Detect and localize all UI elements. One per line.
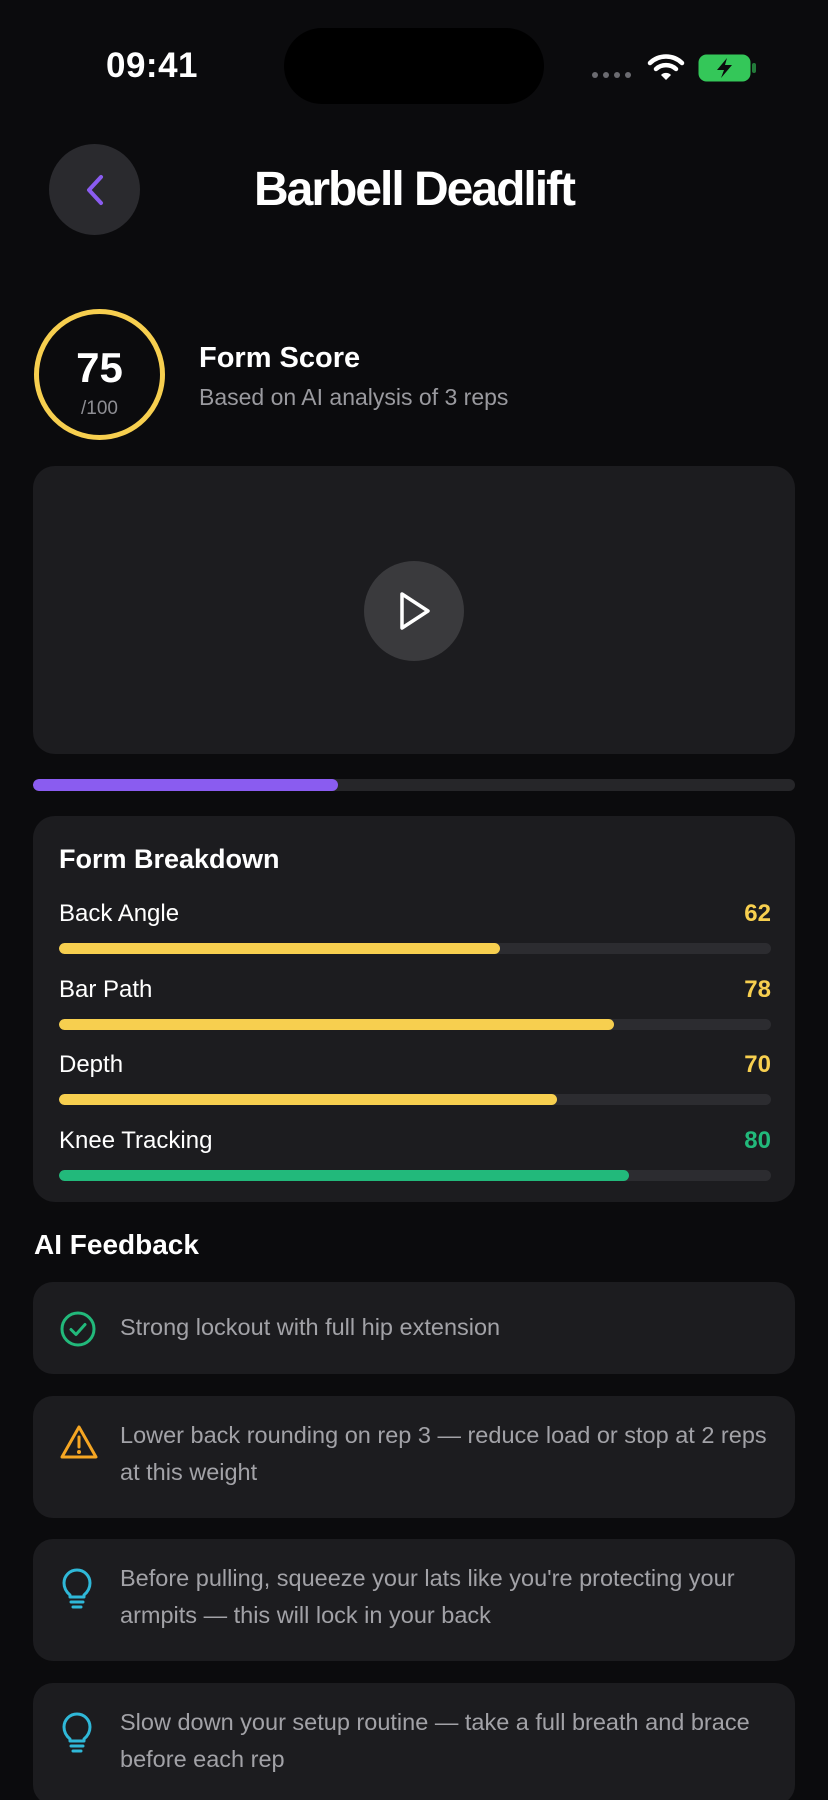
metric-fill	[59, 943, 501, 954]
metric-fill	[59, 1094, 558, 1105]
metric-value: 70	[744, 1051, 771, 1078]
form-score-value: 75	[76, 344, 123, 391]
metric-depth: Depth 70	[59, 1051, 771, 1115]
play-button[interactable]	[364, 561, 464, 661]
video-player[interactable]	[33, 466, 795, 754]
cellular-signal-icon	[592, 72, 631, 78]
video-progress-bar[interactable]	[33, 779, 795, 791]
metric-back-angle: Back Angle 62	[59, 900, 771, 964]
metric-label: Knee Tracking	[59, 1127, 213, 1154]
metric-label: Depth	[59, 1051, 124, 1078]
form-breakdown-card: Form Breakdown Back Angle 62 Bar Path 78…	[33, 816, 795, 1202]
form-score-subtitle: Based on AI analysis of 3 reps	[199, 384, 509, 410]
feedback-item: Slow down your setup routine — take a fu…	[33, 1683, 795, 1800]
feedback-item: Before pulling, squeeze your lats like y…	[33, 1539, 795, 1661]
form-score-ring: 75 /100	[34, 309, 165, 440]
feedback-text: Strong lockout with full hip extension	[120, 1314, 501, 1340]
wifi-icon	[647, 54, 685, 80]
video-progress-fill	[33, 779, 338, 791]
feedback-text: Lower back rounding on rep 3 — reduce lo…	[120, 1422, 767, 1485]
lightbulb-icon	[62, 1712, 92, 1753]
warning-icon	[60, 1425, 98, 1459]
lightbulb-icon	[62, 1568, 92, 1609]
form-score-title: Form Score	[199, 342, 361, 374]
page-title: Barbell Deadlift	[253, 163, 576, 216]
metric-track	[59, 1094, 771, 1105]
metric-track	[59, 1170, 771, 1181]
dynamic-island	[284, 28, 544, 104]
metric-track	[59, 1019, 771, 1030]
status-time: 09:41	[106, 46, 199, 85]
metric-knee-tracking: Knee Tracking 80	[59, 1127, 771, 1191]
check-circle-icon	[60, 1311, 96, 1347]
metric-label: Bar Path	[59, 976, 153, 1003]
metric-value: 78	[744, 976, 771, 1003]
metric-bar-path: Bar Path 78	[59, 976, 771, 1040]
metric-value: 62	[744, 900, 771, 927]
metric-label: Back Angle	[59, 900, 180, 927]
play-icon	[400, 592, 430, 630]
feedback-item: Lower back rounding on rep 3 — reduce lo…	[33, 1396, 795, 1518]
battery-charging-icon	[698, 54, 756, 82]
metric-track	[59, 943, 771, 954]
metric-value: 80	[744, 1127, 771, 1154]
metric-fill	[59, 1170, 629, 1181]
feedback-text: Before pulling, squeeze your lats like y…	[120, 1565, 735, 1628]
ai-feedback-title: AI Feedback	[34, 1229, 199, 1260]
feedback-item: Strong lockout with full hip extension	[33, 1282, 795, 1374]
status-bar: 09:41	[0, 0, 828, 130]
feedback-text: Slow down your setup routine — take a fu…	[120, 1709, 750, 1772]
metric-fill	[59, 1019, 615, 1030]
form-score-max: /100	[81, 398, 118, 419]
form-breakdown-title: Form Breakdown	[59, 844, 280, 874]
